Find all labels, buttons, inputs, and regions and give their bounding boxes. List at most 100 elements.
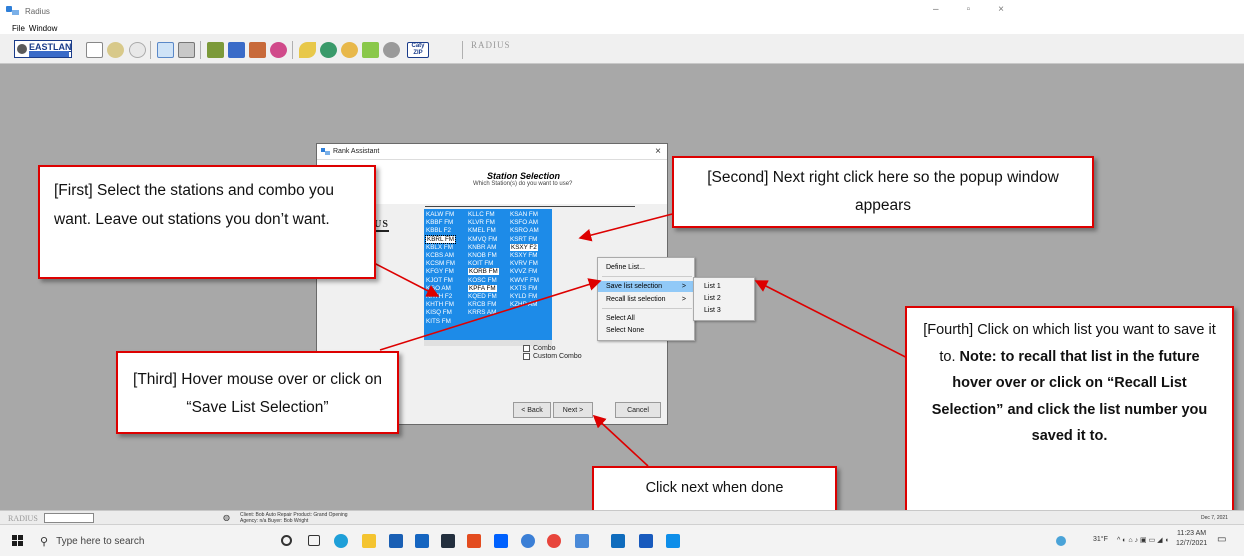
notification-icon[interactable]: ▭	[1217, 534, 1226, 545]
teamviewer-icon[interactable]	[666, 534, 680, 548]
menu-item-recall-list-selection[interactable]: Recall list selection >	[598, 294, 694, 305]
taskbar-search[interactable]: ⚲ Type here to search	[38, 528, 266, 554]
station-item[interactable]: KMEL FM	[468, 227, 496, 234]
station-item[interactable]: KVVZ FM	[510, 268, 537, 275]
station-item[interactable]: KBBL F2	[426, 227, 451, 234]
windows-start-icon[interactable]	[12, 535, 24, 547]
station-item[interactable]: KSFO AM	[510, 219, 538, 226]
book-icon[interactable]	[228, 42, 245, 58]
dialog-close-button[interactable]: ×	[655, 146, 661, 157]
menu-file[interactable]: File	[12, 24, 25, 33]
station-item[interactable]: KORB FM	[468, 268, 499, 276]
station-item[interactable]: KOIT FM	[468, 260, 493, 267]
close-button[interactable]: ×	[998, 4, 1004, 15]
new-document-icon[interactable]	[86, 42, 103, 58]
station-item[interactable]: KSRT FM	[510, 236, 537, 243]
hand-icon[interactable]	[129, 42, 146, 58]
station-item[interactable]: KWVF FM	[510, 277, 539, 284]
print-preview-icon[interactable]	[157, 42, 174, 58]
station-item[interactable]: KLVR FM	[468, 219, 495, 226]
mail-icon[interactable]	[415, 534, 429, 548]
station-item[interactable]: KMVQ FM	[468, 236, 497, 243]
station-item[interactable]: KISQ FM	[426, 309, 452, 316]
outlook-icon[interactable]	[611, 534, 625, 548]
combo-checkbox-row[interactable]: Combo	[523, 345, 556, 352]
menu-item-define-list[interactable]: Define List...	[598, 262, 694, 273]
menu-item-select-none[interactable]: Select None	[598, 325, 694, 336]
find-icon[interactable]	[107, 42, 124, 58]
custom-combo-checkbox[interactable]	[523, 353, 530, 360]
station-item[interactable]: KZHP AM	[510, 301, 538, 308]
station-item[interactable]: KCSM FM	[426, 260, 455, 267]
station-item[interactable]: KSXY F2	[510, 243, 538, 251]
word-icon[interactable]	[639, 534, 653, 548]
print-icon[interactable]	[178, 42, 195, 58]
station-item[interactable]: KOSC FM	[468, 277, 497, 284]
status-input[interactable]	[44, 513, 94, 523]
people-icon[interactable]	[270, 42, 287, 58]
submenu-item-list-2[interactable]: List 2	[704, 295, 721, 302]
station-item[interactable]: KBBF FM	[426, 219, 453, 226]
menu-item-select-all[interactable]: Select All	[598, 313, 694, 324]
menu-item-save-list-selection[interactable]: Save list selection >	[598, 281, 694, 292]
calendar-icon[interactable]	[362, 42, 379, 58]
station-item[interactable]: KBRL FM	[424, 234, 457, 244]
pen-icon[interactable]	[299, 42, 316, 58]
chat-icon[interactable]	[521, 534, 535, 548]
chart-icon[interactable]	[249, 42, 266, 58]
submenu-item-list-1[interactable]: List 1	[704, 283, 721, 290]
task-view-icon[interactable]	[308, 535, 320, 546]
station-item[interactable]: KHTH F2	[426, 293, 452, 300]
station-item[interactable]: KXTS FM	[510, 285, 537, 292]
station-item[interactable]: KNBR AM	[468, 244, 496, 251]
station-list[interactable]: KALW FM KBBF FM KBBL F2 KBRL FM KBLX FM KCBS …	[424, 209, 552, 340]
edge-icon[interactable]	[334, 534, 348, 548]
station-item[interactable]: KRCB FM	[468, 301, 496, 308]
station-item[interactable]: KSXY FM	[510, 252, 538, 259]
tray-icons[interactable]: ^ ◐ ⌂ ♪ ▣ ▭ ◢ ◖	[1117, 536, 1169, 544]
station-item[interactable]: KLLC FM	[468, 211, 495, 218]
search-icon[interactable]: ◍	[223, 513, 235, 523]
tray-weather[interactable]: 31°F	[1093, 536, 1108, 543]
station-item[interactable]: KCBS AM	[426, 252, 454, 259]
clock-icon[interactable]	[341, 42, 358, 58]
report-icon[interactable]	[207, 42, 224, 58]
station-item[interactable]: KHTH FM	[426, 301, 454, 308]
radius-taskbar-icon[interactable]	[575, 534, 589, 548]
amazon-icon[interactable]	[441, 534, 455, 548]
menu-window[interactable]: Window	[29, 24, 57, 33]
station-item[interactable]: KQED FM	[468, 293, 497, 300]
station-item[interactable]: KVRV FM	[510, 260, 538, 267]
station-item[interactable]: KYLD FM	[510, 293, 537, 300]
combo-checkbox[interactable]	[523, 345, 530, 352]
next-button[interactable]: Next >	[553, 402, 593, 418]
station-item[interactable]: KALW FM	[426, 211, 454, 218]
caty-zip-icon[interactable]: Caty ZIP	[407, 42, 429, 58]
network-app-icon[interactable]	[1056, 536, 1066, 546]
eastlan-button[interactable]: EASTLAN	[14, 40, 72, 58]
submenu-item-list-3[interactable]: List 3	[704, 307, 721, 314]
store-icon[interactable]	[389, 534, 403, 548]
custom-combo-checkbox-row[interactable]: Custom Combo	[523, 353, 582, 360]
maximize-button[interactable]: ▫	[967, 4, 971, 15]
station-item[interactable]: KRRS AM	[468, 309, 496, 316]
tray-clock[interactable]: 11:23 AM 12/7/2021	[1176, 529, 1207, 549]
minimize-button[interactable]: –	[933, 4, 939, 15]
station-item[interactable]: KPFA FM	[468, 284, 497, 292]
target-icon[interactable]	[320, 42, 337, 58]
station-item[interactable]: KNOB FM	[468, 252, 497, 259]
station-item[interactable]: KBLX FM	[426, 244, 453, 251]
station-item[interactable]: KGO AM	[426, 285, 451, 292]
station-item[interactable]: KITS FM	[426, 318, 451, 325]
station-item[interactable]: KJOT FM	[426, 277, 453, 284]
dropbox-icon[interactable]	[494, 534, 508, 548]
settings-icon[interactable]	[383, 42, 400, 58]
station-item[interactable]: KFGY FM	[426, 268, 454, 275]
station-item[interactable]: KSAN FM	[510, 211, 538, 218]
file-explorer-icon[interactable]	[362, 534, 376, 548]
station-item[interactable]: KSRO AM	[510, 227, 539, 234]
office-icon[interactable]	[467, 534, 481, 548]
cortana-icon[interactable]	[281, 535, 292, 546]
back-button[interactable]: < Back	[513, 402, 551, 418]
cancel-button[interactable]: Cancel	[615, 402, 661, 418]
